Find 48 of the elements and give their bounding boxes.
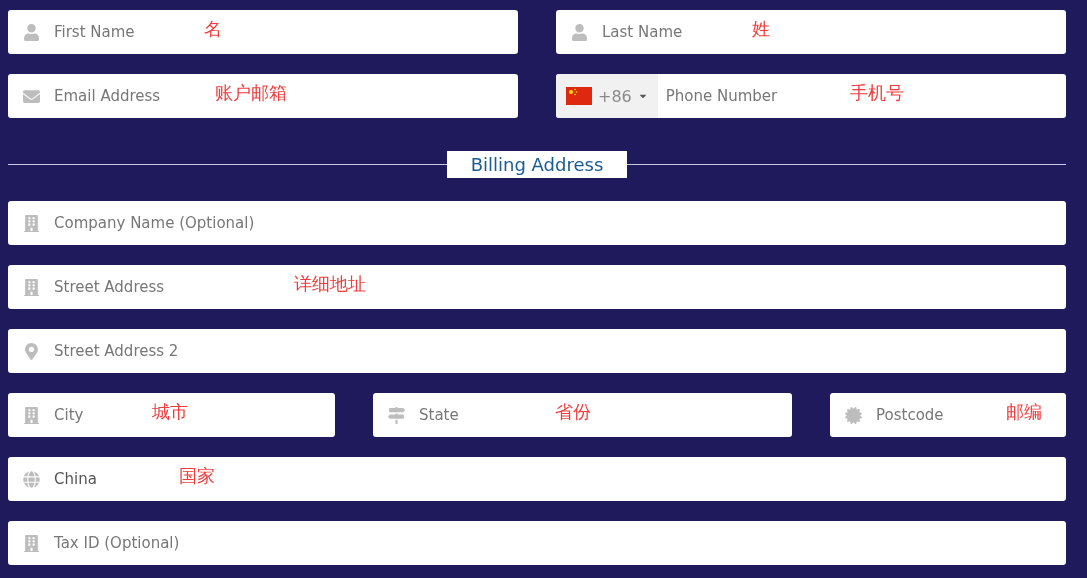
section-title: Billing Address	[447, 151, 627, 178]
input-field[interactable]: Street Address 详细地址	[8, 265, 1066, 309]
input-field[interactable]: Postcode 邮编	[830, 393, 1066, 437]
country-code-selector[interactable]: +86	[556, 74, 658, 118]
placeholder-text: City	[54, 406, 84, 424]
annotation-text: 国家	[179, 464, 215, 488]
annotation-text: 详细地址	[294, 272, 366, 296]
placeholder-text: Company Name (Optional)	[54, 214, 255, 232]
placeholder-text: Street Address	[54, 278, 165, 296]
placeholder-text: Phone Number	[665, 87, 778, 105]
annotation-text: 名	[204, 17, 222, 41]
globe-icon	[22, 470, 40, 488]
seal-icon	[844, 406, 862, 424]
annotation-text: 邮编	[1006, 400, 1042, 424]
dial-code: +86	[598, 86, 632, 106]
placeholder-text: Street Address 2	[54, 342, 179, 360]
annotation-text: 账户邮箱	[215, 81, 287, 105]
annotation-text: 城市	[152, 400, 188, 424]
flag-icon	[566, 87, 592, 105]
person-icon	[22, 23, 40, 41]
placeholder-text: Email Address	[54, 87, 161, 105]
input-field[interactable]: First Name 名	[8, 10, 518, 54]
building-icon	[22, 406, 40, 424]
placeholder-text: First Name	[54, 23, 135, 41]
input-field[interactable]: Company Name (Optional)	[8, 201, 1066, 245]
input-field[interactable]: Street Address 2	[8, 329, 1066, 373]
input-field[interactable]: Tax ID (Optional)	[8, 521, 1066, 565]
signpost-icon	[387, 406, 405, 424]
input-field[interactable]: State 省份	[373, 393, 792, 437]
annotation-text: 手机号	[850, 81, 904, 105]
placeholder-text: Last Name	[602, 23, 683, 41]
placeholder-text: Tax ID (Optional)	[54, 534, 180, 552]
input-field[interactable]: Last Name 姓	[556, 10, 1066, 54]
building-icon	[22, 214, 40, 232]
mail-icon	[22, 87, 40, 105]
pin-icon	[22, 342, 40, 360]
input-field[interactable]: City 城市	[8, 393, 335, 437]
annotation-text: 省份	[555, 400, 591, 424]
phone-field[interactable]: +86 Phone Number 手机号	[556, 74, 1066, 118]
input-field[interactable]: Email Address 账户邮箱	[8, 74, 518, 118]
building-icon	[22, 278, 40, 296]
annotation-text: 姓	[752, 17, 770, 41]
field-value: China	[54, 470, 97, 488]
placeholder-text: State	[419, 406, 459, 424]
person-icon	[570, 23, 588, 41]
building-icon	[22, 534, 40, 552]
placeholder-text: Postcode	[876, 406, 944, 424]
country-field[interactable]: China 国家	[8, 457, 1066, 501]
